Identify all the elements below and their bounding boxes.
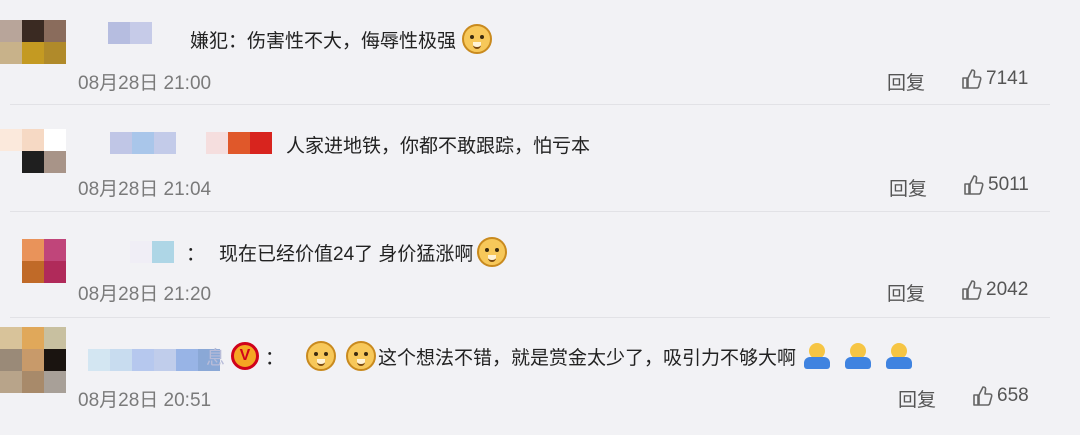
dog-icon: [462, 24, 493, 54]
comment-item: 人家进地铁，你都不敢跟踪，怕亏本 08月28日 21:04 回复 5011: [0, 107, 1080, 212]
avatar[interactable]: [0, 129, 66, 195]
shrug-icon: [843, 341, 873, 371]
like-button[interactable]: 5011: [962, 174, 1029, 196]
timestamp: 08月28日 21:04: [78, 179, 212, 200]
comment-text: ： 现在已经价值24了 身价猛涨啊: [186, 235, 509, 269]
comment-separator: ：: [186, 243, 206, 265]
dog-icon: [346, 341, 377, 371]
username-blurred[interactable]: [130, 241, 174, 263]
comment-body: 现在已经价值24了 身价猛涨啊: [219, 243, 474, 265]
like-count: 658: [997, 385, 1029, 406]
comment-text: 嫌犯：伤害性不大，侮辱性极强: [190, 22, 494, 56]
like-count: 5011: [988, 174, 1029, 195]
comment-separator: ：: [265, 347, 285, 369]
comment-body: 这个想法不错，就是赏金太少了，吸引力不够大啊: [378, 347, 797, 369]
divider: [10, 317, 1050, 318]
reply-button[interactable]: 回复: [887, 279, 925, 306]
avatar[interactable]: [0, 327, 66, 393]
comment-item: ： 现在已经价值24了 身价猛涨啊 08月28日 21:20 回复 2042: [0, 213, 1080, 318]
shrug-icon: [802, 341, 832, 371]
timestamp: 08月28日 21:20: [78, 284, 212, 305]
reply-button[interactable]: 回复: [889, 174, 927, 201]
comment-body: 嫌犯：伤害性不大，侮辱性极强: [190, 30, 457, 52]
dog-icon: [306, 341, 337, 371]
dog-icon: [477, 237, 508, 267]
timestamp: 08月28日 20:51: [78, 390, 212, 411]
avatar[interactable]: [0, 239, 66, 305]
reply-button[interactable]: 回复: [898, 385, 936, 412]
like-count: 2042: [986, 279, 1029, 300]
like-button[interactable]: 2042: [960, 279, 1028, 301]
reply-button[interactable]: 回复: [887, 68, 925, 95]
thumbs-up-icon: [962, 69, 982, 89]
like-button[interactable]: 658: [971, 385, 1029, 407]
username-tail[interactable]: 息: [206, 343, 225, 370]
comment-body: 人家进地铁，你都不敢跟踪，怕亏本: [286, 135, 591, 157]
timestamp: 08月28日 21:00: [78, 73, 212, 94]
shrug-icon: [884, 341, 914, 371]
thumbs-up-icon: [973, 386, 993, 406]
like-count: 7141: [986, 68, 1029, 89]
username-blurred[interactable]: [108, 22, 152, 44]
divider: [10, 104, 1050, 105]
avatar[interactable]: [0, 20, 66, 86]
comment-text: 息 V ： 这个想法不错，就是赏金太少了，吸引力不够大啊: [206, 339, 917, 373]
comment-text: 人家进地铁，你都不敢跟踪，怕亏本: [286, 127, 590, 161]
thumbs-up-icon: [964, 175, 984, 195]
like-button[interactable]: 7141: [960, 68, 1028, 90]
thumbs-up-icon: [962, 280, 982, 300]
verified-badge-icon: V: [231, 342, 260, 370]
comment-item: 息 V ： 这个想法不错，就是赏金太少了，吸引力不够大啊 08月28日 20:5…: [0, 319, 1080, 435]
comment-item: 嫌犯：伤害性不大，侮辱性极强 08月28日 21:00 回复 7141: [0, 0, 1080, 105]
username-blurred[interactable]: [110, 132, 272, 154]
divider: [10, 211, 1050, 212]
username-blurred[interactable]: [88, 349, 220, 371]
